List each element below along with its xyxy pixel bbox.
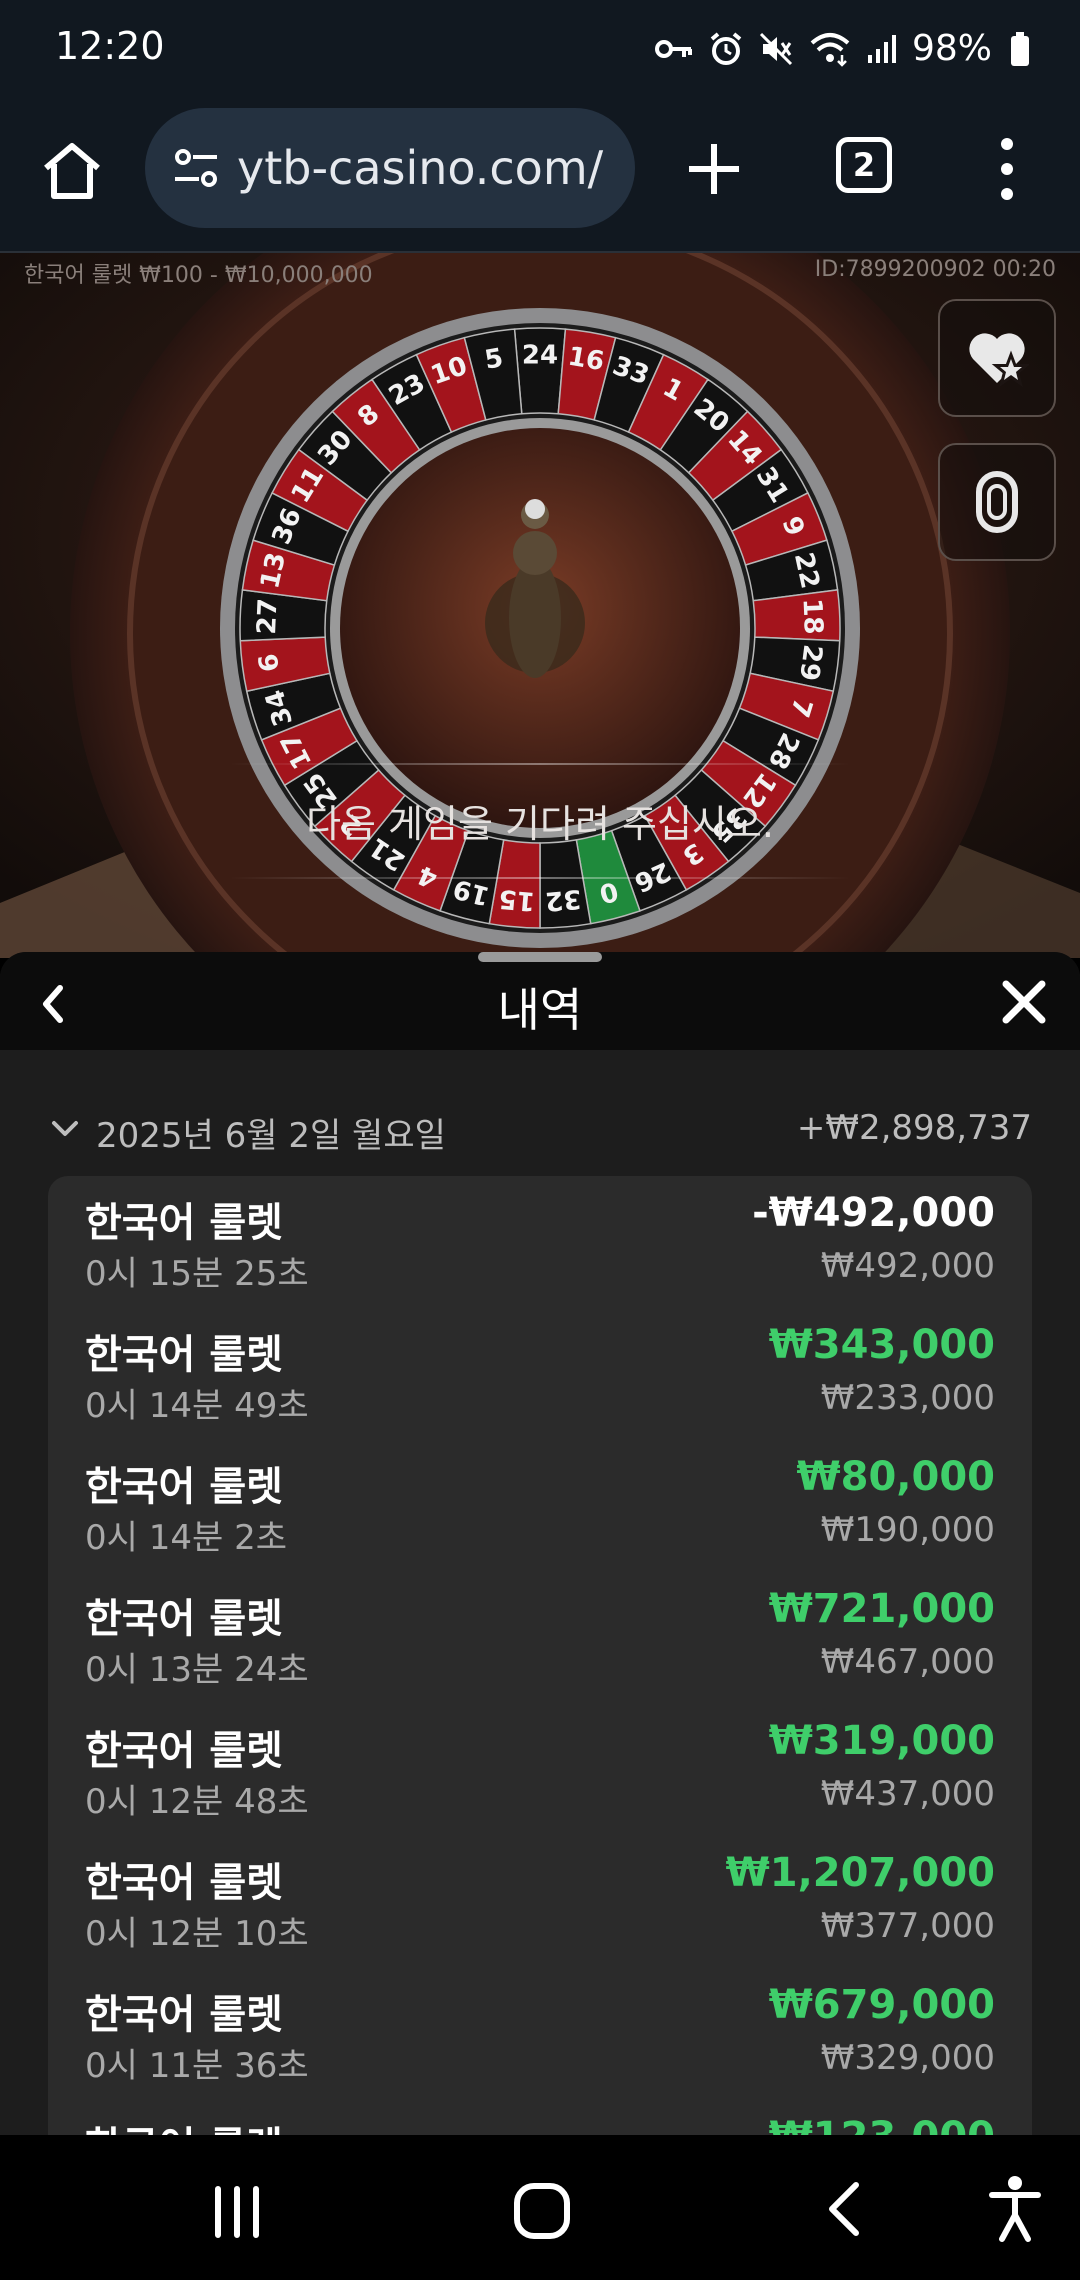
more-vert-icon[interactable] — [990, 134, 1024, 204]
wifi-icon — [810, 32, 850, 67]
tab-switcher-button[interactable]: 2 — [836, 137, 892, 193]
wheel-pocket-number: 29 — [793, 643, 827, 683]
date-group-header[interactable]: 2025년 6월 2일 월요일 +₩2,898,737 — [0, 1102, 1080, 1162]
accessibility-icon[interactable] — [988, 2175, 1042, 2243]
history-row[interactable]: 한국어 룰렛 0시 14분 49초 ₩343,000 ₩233,000 — [48, 1308, 1032, 1440]
wheel-pocket-number: 15 — [498, 883, 537, 916]
tab-count: 2 — [852, 146, 876, 184]
plus-icon[interactable] — [685, 140, 743, 198]
battery-percent: 98% — [911, 28, 992, 69]
site-settings-icon[interactable] — [171, 143, 221, 193]
wheel-pocket-number: 18 — [797, 598, 829, 635]
wheel-pocket-number: 27 — [252, 598, 284, 635]
row-game-name: 한국어 룰렛 — [85, 2114, 283, 2135]
row-time: 0시 15분 25초 — [85, 1254, 309, 1294]
date-label: 2025년 6월 2일 월요일 — [96, 1116, 446, 1156]
row-result: ₩319,000 — [768, 1718, 995, 1764]
row-bet: ₩233,000 — [820, 1378, 995, 1418]
row-result: ₩80,000 — [796, 1454, 995, 1500]
status-icons: 98% — [654, 28, 1030, 69]
row-bet: ₩329,000 — [820, 2038, 995, 2078]
chevron-down-icon — [52, 1121, 78, 1136]
status-bar: 12:20 98% — [0, 0, 1080, 100]
history-row[interactable]: 한국어 룰렛 0시 13분 24초 ₩721,000 ₩467,000 — [48, 1572, 1032, 1704]
system-nav-bar — [0, 2135, 1080, 2280]
key-icon — [654, 39, 692, 58]
row-bet: ₩377,000 — [820, 1906, 995, 1946]
row-bet: ₩437,000 — [820, 1774, 995, 1814]
wheel-pocket-number: 32 — [544, 883, 583, 916]
racetrack-button[interactable] — [938, 443, 1056, 561]
history-row[interactable]: 한국어 룰렛 0시 12분 10초 ₩1,207,000 ₩377,000 — [48, 1836, 1032, 1968]
sheet-drag-handle[interactable] — [478, 952, 602, 962]
row-time: 0시 12분 48초 — [85, 1782, 309, 1822]
live-game-video[interactable]: 24 16 33 1 20 14 31 9 22 18 29 7 28 12 35 3 26 0 32 15 19 4 21… — [0, 253, 1080, 958]
history-row[interactable]: 한국어 룰렛 0시 14분 2초 ₩80,000 ₩190,000 — [48, 1440, 1032, 1572]
alarm-icon — [710, 31, 742, 65]
row-time: 0시 12분 10초 — [85, 1914, 309, 1954]
row-game-name: 한국어 룰렛 — [85, 1992, 283, 2038]
wheel-pocket-number: 24 — [522, 341, 558, 371]
home-nav-button[interactable] — [514, 2183, 570, 2239]
row-game-name: 한국어 룰렛 — [85, 1728, 283, 1774]
row-result: -₩492,000 — [752, 1190, 995, 1236]
game-round-id: ID:7899200902 00:20 — [814, 257, 1056, 282]
url-text[interactable]: ytb-casino.com/ — [237, 141, 603, 195]
recents-icon[interactable] — [210, 2185, 264, 2239]
row-result: ₩679,000 — [768, 1982, 995, 2028]
wheel-pocket-number: 16 — [566, 342, 607, 378]
browser-toolbar: ytb-casino.com/ 2 — [0, 100, 1080, 253]
row-result: ₩721,000 — [768, 1586, 995, 1632]
row-game-name: 한국어 룰렛 — [85, 1596, 283, 1642]
favorite-button[interactable] — [938, 299, 1056, 417]
date-total: +₩2,898,737 — [796, 1108, 1032, 1148]
signal-icon — [867, 34, 896, 63]
row-game-name: 한국어 룰렛 — [85, 1332, 283, 1378]
row-game-name: 한국어 룰렛 — [85, 1200, 283, 1246]
row-result: ₩1,207,000 — [725, 1850, 995, 1896]
home-icon[interactable] — [40, 138, 104, 202]
sheet-header: 내역 — [0, 952, 1080, 1050]
row-time: 0시 14분 49초 — [85, 1386, 309, 1426]
message-divider-top — [230, 763, 850, 765]
row-bet: ₩190,000 — [820, 1510, 995, 1550]
racetrack-icon — [976, 471, 1018, 533]
waiting-message: 다음 게임을 기다려 주십시오. — [306, 802, 774, 846]
row-result: ₩123,000 — [769, 2114, 995, 2135]
status-time: 12:20 — [55, 24, 165, 68]
row-time: 0시 11분 36초 — [85, 2046, 309, 2086]
row-game-name: 한국어 룰렛 — [85, 1860, 283, 1906]
row-game-name: 한국어 룰렛 — [85, 1464, 283, 1510]
history-sheet: 내역 2025년 6월 2일 월요일 +₩2,898,737 한국어 룰렛 0시… — [0, 952, 1080, 2135]
wheel-pocket-number: 6 — [254, 652, 286, 674]
sheet-title: 내역 — [497, 983, 583, 1037]
row-time: 0시 14분 2초 — [85, 1518, 287, 1558]
roulette-wheel-image: 24 16 33 1201431922182972812353260321519421… — [0, 253, 1080, 958]
close-icon[interactable] — [1000, 978, 1048, 1026]
row-bet: ₩492,000 — [820, 1246, 995, 1286]
mute-icon — [759, 32, 793, 65]
history-row[interactable]: 한국어 룰렛 0시 11분 36초 ₩679,000 ₩329,000 — [48, 1968, 1032, 2100]
battery-icon — [1011, 31, 1029, 66]
history-row[interactable]: 한국어 룰렛 0시 15분 25초 -₩492,000 ₩492,000 — [48, 1176, 1032, 1308]
message-divider-bottom — [230, 877, 850, 879]
address-bar[interactable]: ytb-casino.com/ — [145, 108, 635, 228]
back-icon[interactable] — [824, 2179, 864, 2239]
row-result: ₩343,000 — [768, 1322, 995, 1368]
history-row[interactable]: 한국어 룰렛 ₩123,000 — [48, 2100, 1032, 2135]
history-row[interactable]: 한국어 룰렛 0시 12분 48초 ₩319,000 ₩437,000 — [48, 1704, 1032, 1836]
row-bet: ₩467,000 — [820, 1642, 995, 1682]
row-time: 0시 13분 24초 — [85, 1650, 309, 1690]
game-title-limits: 한국어 룰렛 ₩100 - ₩10,000,000 — [24, 263, 373, 288]
history-list: 한국어 룰렛 0시 15분 25초 -₩492,000 ₩492,000 한국어… — [48, 1176, 1032, 2135]
heart-star-icon — [969, 333, 1029, 387]
